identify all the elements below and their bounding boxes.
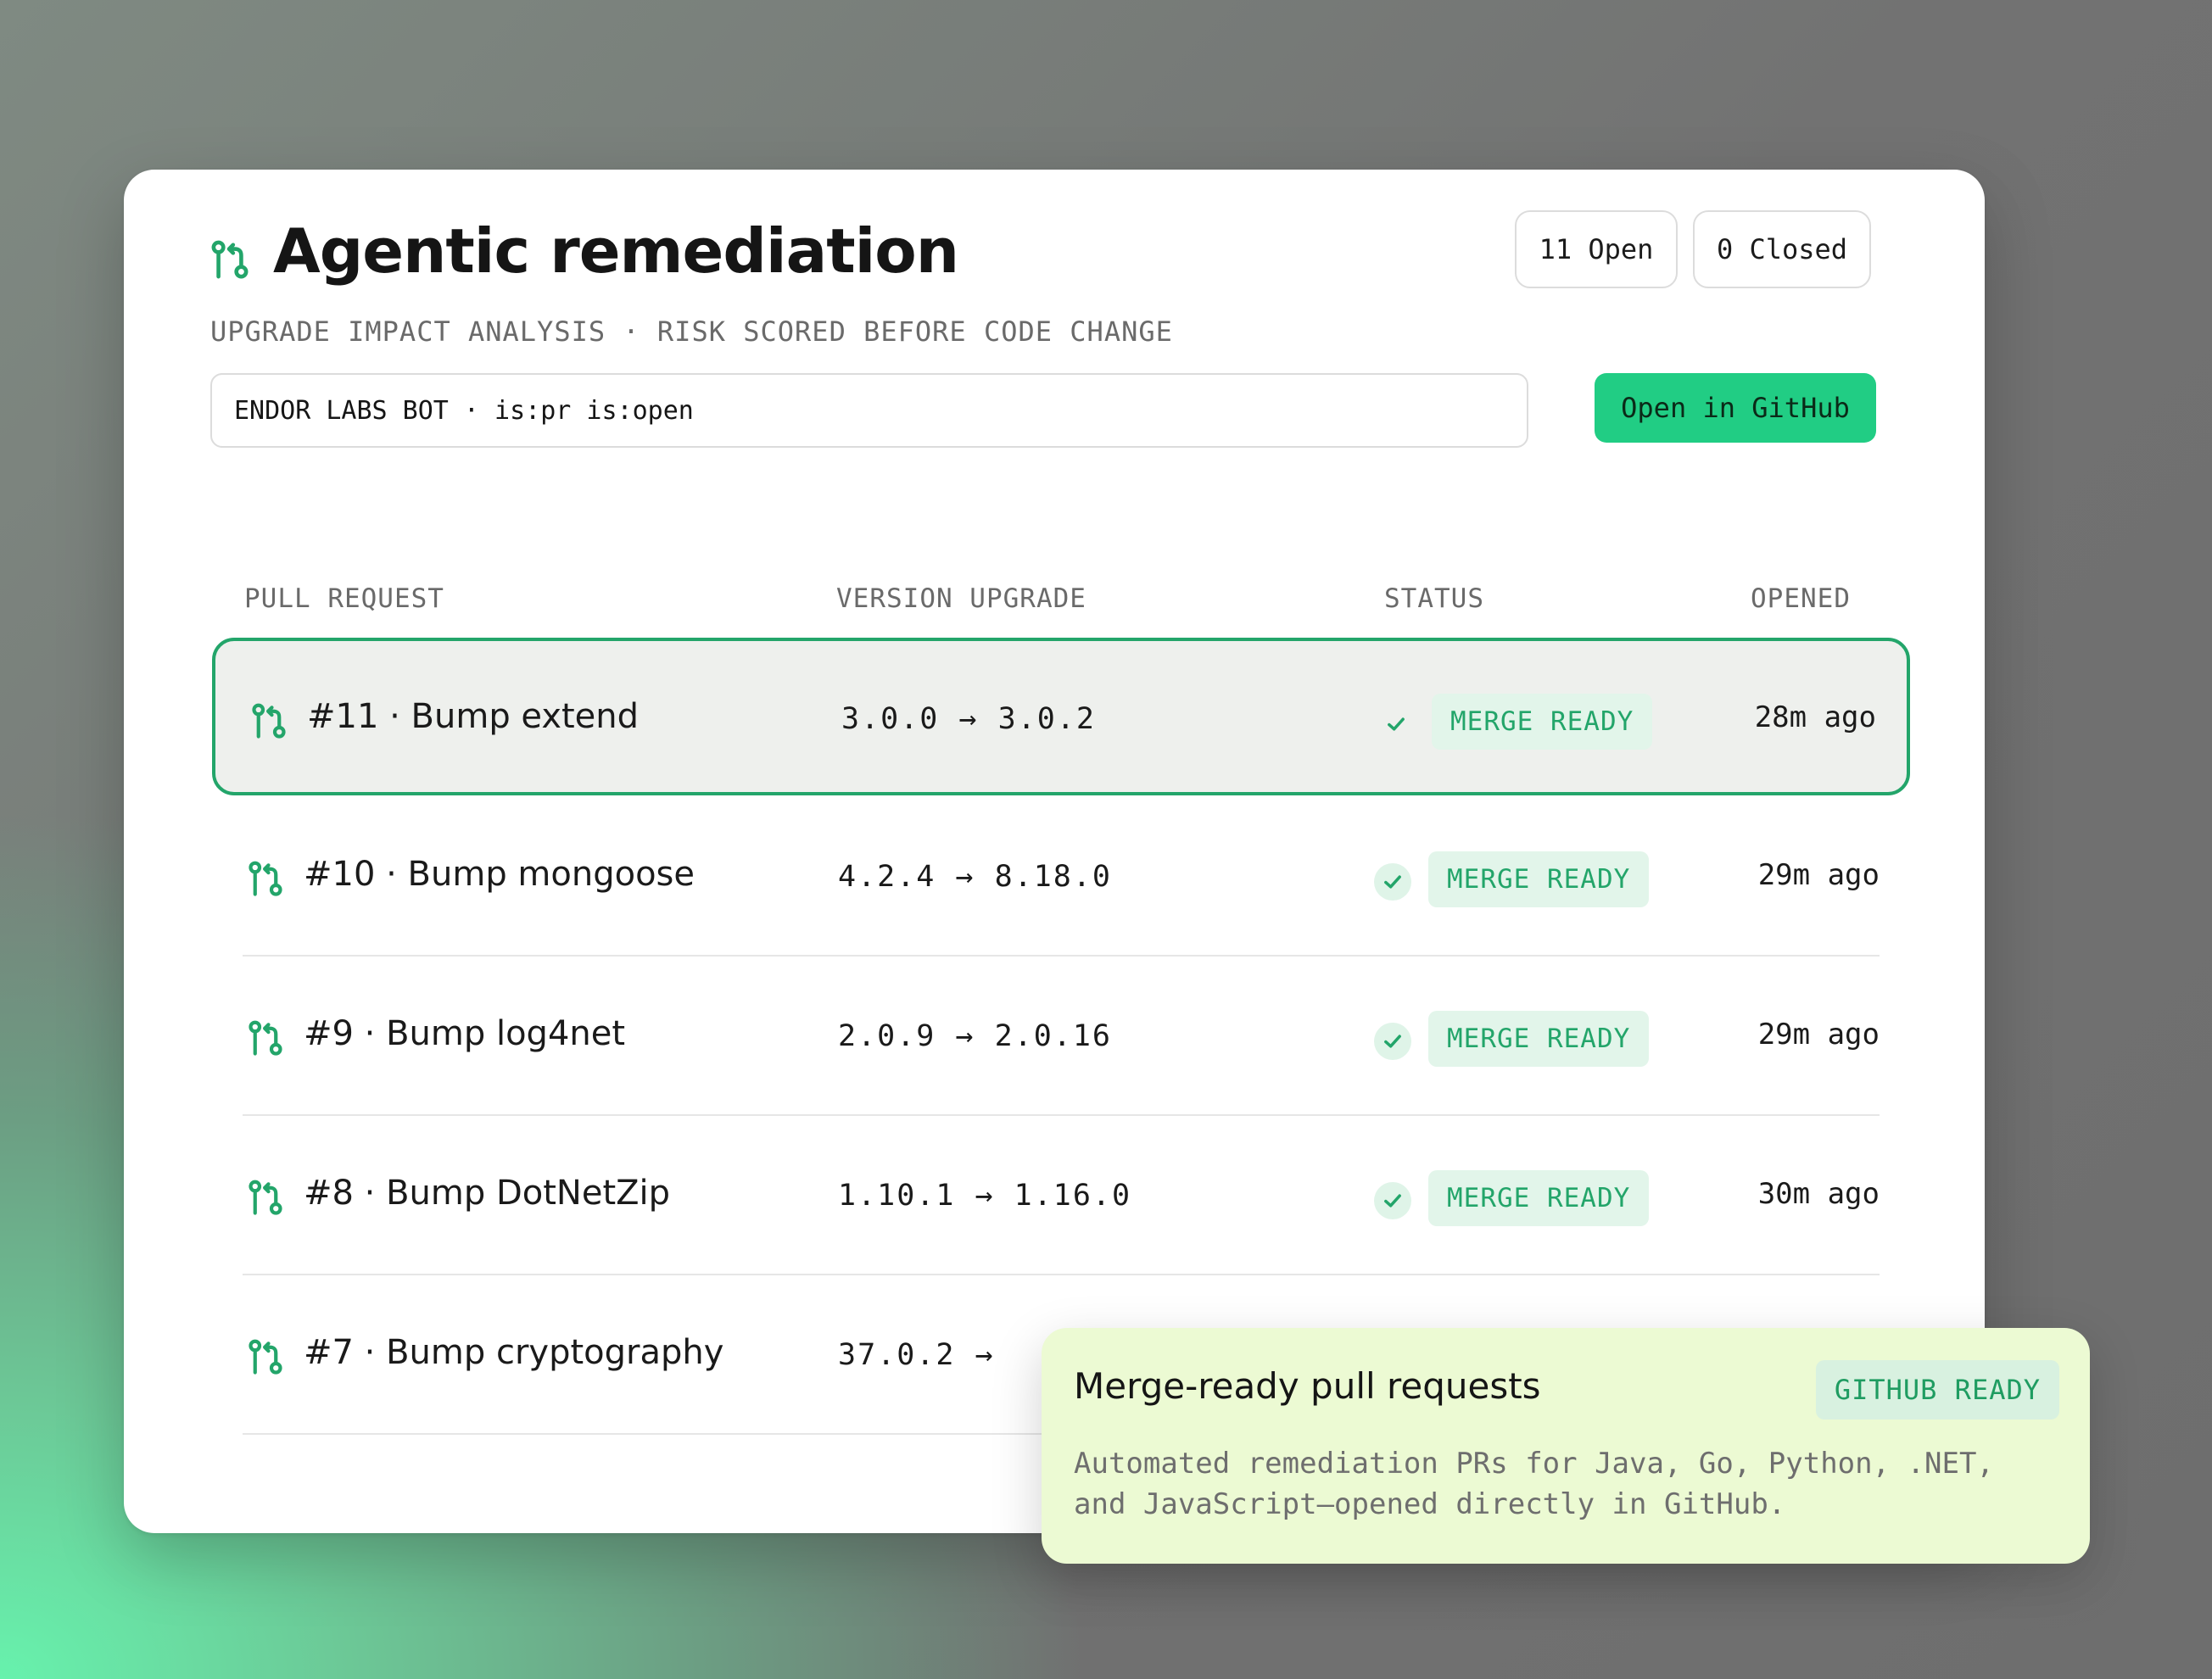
status-badge: MERGE READY <box>1428 1011 1650 1067</box>
git-pull-request-icon <box>249 1339 282 1375</box>
open-count-pill[interactable]: 11 Open <box>1515 210 1678 288</box>
column-header-status: STATUS <box>1384 583 1484 614</box>
check-icon <box>1377 706 1415 743</box>
pr-title[interactable]: #7 · Bump cryptography <box>304 1333 723 1372</box>
check-icon <box>1374 863 1411 901</box>
check-icon <box>1374 1023 1411 1060</box>
version-upgrade: 1.10.1 → 1.16.0 <box>838 1179 1132 1213</box>
git-pull-request-icon <box>252 703 286 739</box>
column-header-pull-request: PULL REQUEST <box>244 583 444 614</box>
opened-time: 29m ago <box>1757 1018 1880 1051</box>
check-icon <box>1374 1182 1411 1219</box>
merge-ready-callout: Merge-ready pull requests GITHUB READY A… <box>1042 1328 2090 1564</box>
callout-description: Automated remediation PRs for Java, Go, … <box>1074 1447 1994 1521</box>
opened-time: 29m ago <box>1757 858 1880 892</box>
git-pull-request-icon <box>249 861 282 896</box>
version-upgrade: 37.0.2 → <box>838 1338 995 1372</box>
git-pull-request-icon <box>249 1180 282 1215</box>
version-upgrade: 3.0.0 → 3.0.2 <box>841 702 1096 736</box>
row-divider <box>243 955 1880 957</box>
table-row[interactable]: #10 · Bump mongoose 4.2.4 → 8.18.0 MERGE… <box>212 799 1910 957</box>
search-filter-input[interactable]: ENDOR LABS BOT · is:pr is:open <box>210 373 1528 448</box>
opened-time: 28m ago <box>1754 700 1876 734</box>
git-pull-request-icon <box>249 1020 282 1056</box>
column-header-version-upgrade: VERSION UPGRADE <box>836 583 1086 614</box>
pr-title[interactable]: #8 · Bump DotNetZip <box>304 1174 670 1213</box>
page-subtitle: UPGRADE IMPACT ANALYSIS · RISK SCORED BE… <box>210 315 1173 348</box>
row-divider <box>243 1274 1880 1275</box>
table-row[interactable]: #8 · Bump DotNetZip 1.10.1 → 1.16.0 MERG… <box>212 1118 1910 1275</box>
closed-count-pill[interactable]: 0 Closed <box>1693 210 1871 288</box>
column-header-opened: OPENED <box>1751 583 1851 614</box>
open-in-github-button[interactable]: Open in GitHub <box>1595 373 1876 443</box>
github-ready-badge: GITHUB READY <box>1815 1360 2059 1420</box>
pr-title[interactable]: #9 · Bump log4net <box>304 1014 625 1053</box>
status-badge: MERGE READY <box>1428 851 1650 907</box>
pr-title[interactable]: #10 · Bump mongoose <box>304 855 695 894</box>
row-divider <box>243 1114 1880 1116</box>
status-badge: MERGE READY <box>1428 1170 1650 1226</box>
version-upgrade: 2.0.9 → 2.0.16 <box>838 1019 1113 1053</box>
table-row[interactable]: #11 · Bump extend 3.0.0 → 3.0.2 MERGE RE… <box>212 638 1910 795</box>
git-pull-request-icon <box>211 240 249 279</box>
opened-time: 30m ago <box>1757 1177 1880 1211</box>
callout-title: Merge-ready pull requests <box>1074 1365 1541 1407</box>
table-row[interactable]: #9 · Bump log4net 2.0.9 → 2.0.16 MERGE R… <box>212 958 1910 1116</box>
status-badge: MERGE READY <box>1432 694 1653 750</box>
pr-title[interactable]: #11 · Bump extend <box>307 697 639 736</box>
page-title: Agentic remediation <box>273 215 959 287</box>
version-upgrade: 4.2.4 → 8.18.0 <box>838 860 1113 894</box>
